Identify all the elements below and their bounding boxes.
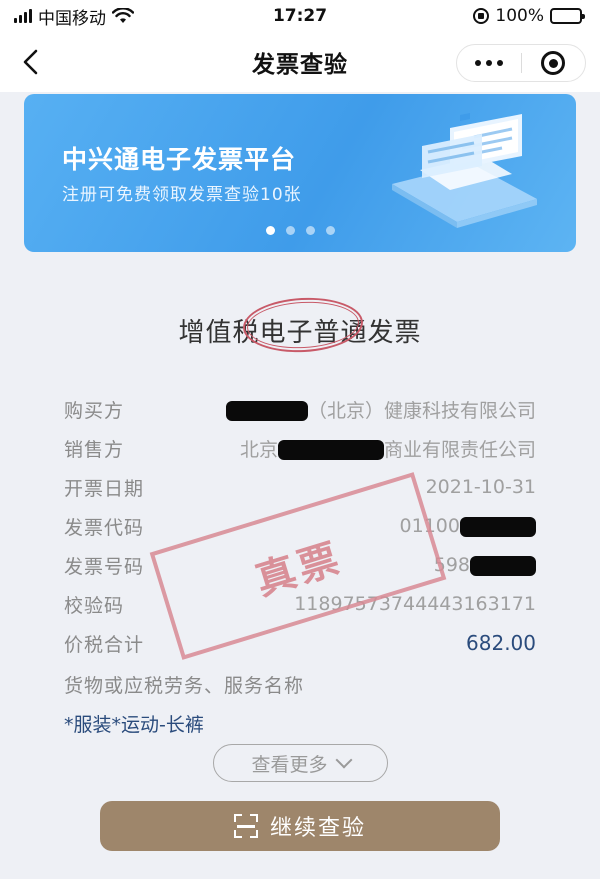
total-amount: 682.00 xyxy=(466,631,536,655)
field-value: 北京 商业有限责任公司 xyxy=(239,438,536,461)
redaction-bar xyxy=(225,401,308,421)
wifi-icon xyxy=(112,8,134,23)
redaction-bar xyxy=(277,440,384,460)
clock: 17:27 xyxy=(272,6,328,26)
nav-bar: 发票查验 xyxy=(0,32,600,92)
promo-banner[interactable]: 中兴通电子发票平台 注册可免费领取发票查验10张 xyxy=(24,94,576,252)
status-right: 100% xyxy=(473,6,585,26)
target-icon xyxy=(541,51,566,75)
banner-title: 中兴通电子发票平台 xyxy=(62,145,297,174)
field-row-seller: 销售方 北京 商业有限责任公司 xyxy=(64,431,536,465)
pagination-dot[interactable] xyxy=(325,226,335,235)
status-left: 中国移动 xyxy=(14,4,134,29)
stamp-text: 真票 xyxy=(250,534,348,605)
banner-subtitle: 注册可免费领取发票查验10张 xyxy=(62,185,302,205)
goods-label: 货物或应税劳务、服务名称 xyxy=(64,675,305,697)
pagination-dot[interactable] xyxy=(305,226,315,235)
signal-icon xyxy=(14,9,32,23)
more-menu-button[interactable] xyxy=(457,44,521,82)
field-row-buyer: 购买方 （北京）健康科技有限公司 xyxy=(64,392,536,426)
field-value: （北京）健康科技有限公司 xyxy=(225,396,536,423)
page-title: 发票查验 xyxy=(252,52,348,78)
close-miniprogram-button[interactable] xyxy=(522,44,586,82)
field-label: 销售方 xyxy=(64,438,125,461)
view-more-label: 查看更多 xyxy=(251,753,328,776)
redaction-bar xyxy=(470,555,536,576)
redaction-bar xyxy=(460,516,536,537)
miniprogram-capsule xyxy=(456,44,586,82)
status-bar: 中国移动 17:27 100% xyxy=(0,0,600,32)
field-value: 2021-10-31 xyxy=(425,476,536,498)
carrier-label: 中国移动 xyxy=(38,8,106,29)
banner-pagination xyxy=(24,226,576,235)
pagination-dot[interactable] xyxy=(285,226,295,235)
more-dots-icon xyxy=(474,60,481,66)
pagination-dot[interactable] xyxy=(265,226,275,235)
back-arrow-icon[interactable] xyxy=(18,48,46,76)
phone-invoice-illustration xyxy=(392,113,537,228)
field-label: 校验码 xyxy=(64,594,125,617)
field-value: 598 xyxy=(434,554,536,576)
battery-icon xyxy=(550,8,585,24)
scan-icon xyxy=(233,814,258,838)
chevron-down-icon xyxy=(335,751,352,769)
field-label: 价税合计 xyxy=(64,633,145,656)
field-label: 购买方 xyxy=(64,399,125,422)
field-row-date: 开票日期 2021-10-31 xyxy=(64,470,536,504)
battery-percent: 100% xyxy=(495,6,544,26)
field-label: 发票号码 xyxy=(64,555,145,578)
continue-verify-button[interactable]: 继续查验 xyxy=(100,801,500,851)
view-more-button[interactable]: 查看更多 xyxy=(213,744,388,782)
rotation-lock-icon xyxy=(473,8,490,24)
field-label: 发票代码 xyxy=(64,516,145,539)
field-row-total: 价税合计 682.00 xyxy=(64,626,536,660)
field-label: 开票日期 xyxy=(64,477,145,500)
continue-verify-label: 继续查验 xyxy=(269,816,366,841)
goods-name: *服装*运动-长裤 xyxy=(64,714,204,736)
